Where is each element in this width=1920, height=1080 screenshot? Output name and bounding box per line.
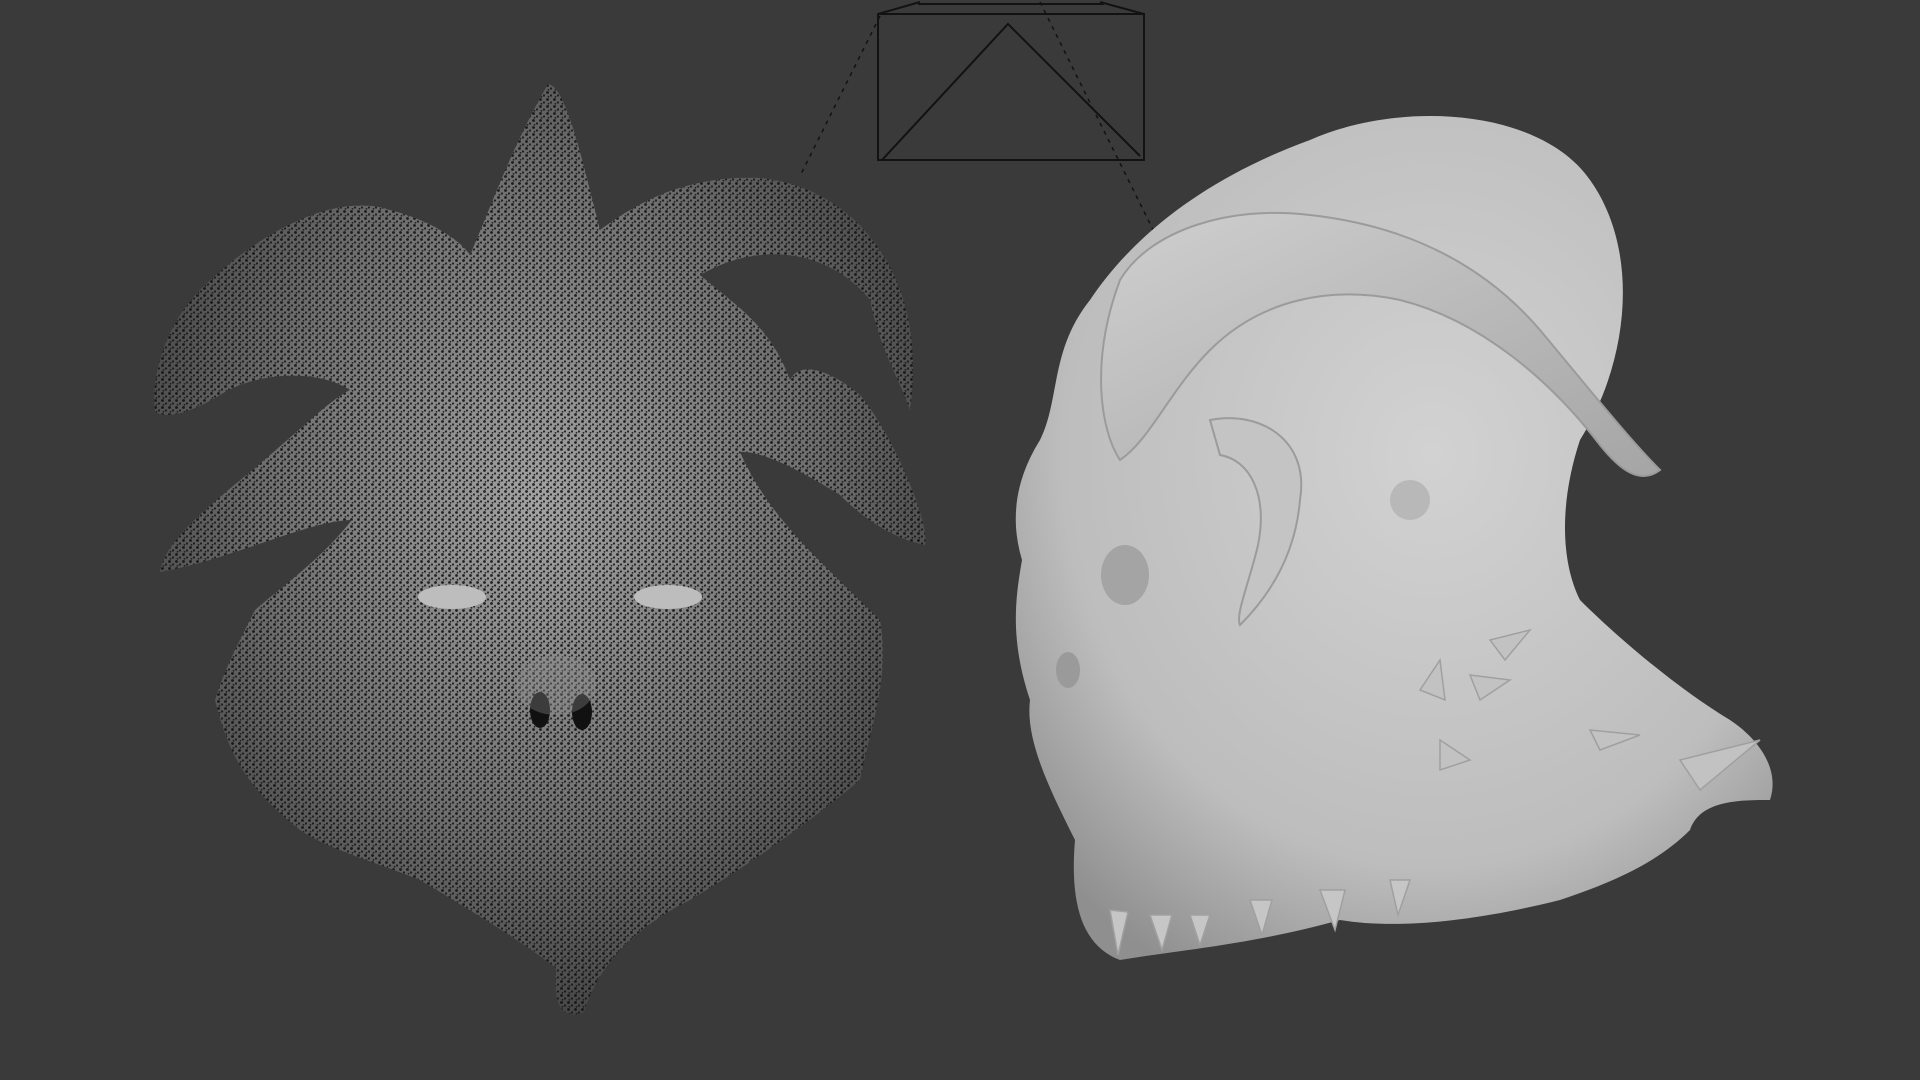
mask-snout [516, 655, 596, 715]
camera-up-triangle [881, 22, 1141, 161]
head-nose-cavity [1056, 652, 1080, 688]
camera-edge-right [1099, 1, 1145, 15]
viewport-canvas[interactable] [0, 0, 1920, 1080]
camera-frustum-line-left [799, 15, 881, 177]
mask-left-eye [418, 585, 486, 609]
head-eye-socket [1101, 545, 1149, 605]
mask-point-overlay [154, 84, 926, 1015]
point-cloud-mask[interactable] [154, 84, 926, 1015]
solid-mesh-head[interactable] [1015, 116, 1773, 961]
3d-viewport[interactable] [0, 0, 1920, 1080]
camera-frustum-line-right [1039, 1, 1173, 269]
head-cheek-bump [1390, 480, 1430, 520]
camera-edge-left [877, 1, 921, 15]
camera-frame [877, 13, 1145, 161]
mask-right-eye [634, 585, 702, 609]
